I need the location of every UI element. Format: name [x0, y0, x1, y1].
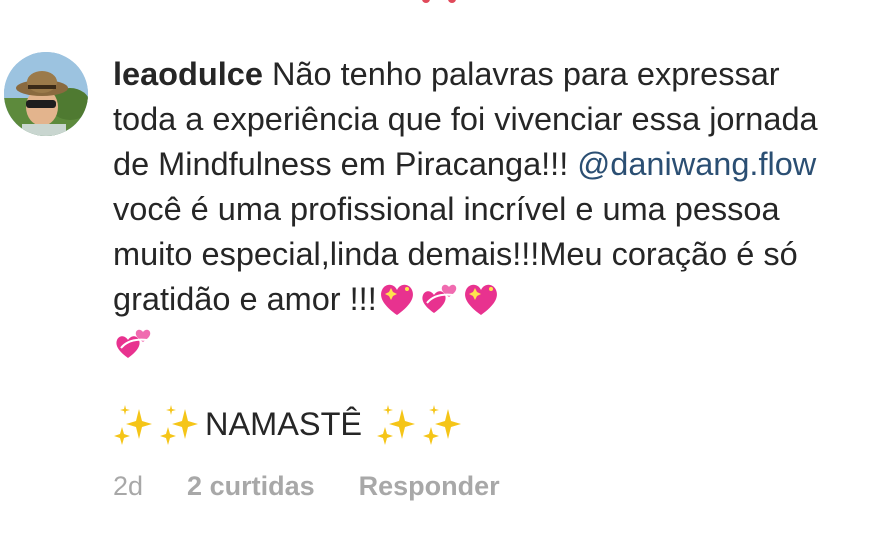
comment-timestamp: 2d: [113, 471, 144, 501]
namaste-text: NAMASTÊ: [205, 406, 363, 442]
sparkles-icon: [113, 403, 153, 445]
avatar[interactable]: [4, 52, 88, 136]
sparkling-heart-icon: [461, 279, 501, 319]
reply-button[interactable]: Responder: [359, 471, 500, 501]
sparkles-icon: [159, 403, 199, 445]
comment-body: leaodulce Não tenho palavras para expres…: [113, 52, 833, 367]
sparkling-heart-icon: [377, 279, 417, 319]
avatar-photo: [4, 52, 88, 136]
mention-link[interactable]: @daniwang.flow: [577, 146, 816, 182]
comment-screen: leaodulce Não tenho palavras para expres…: [0, 0, 877, 536]
sparkles-icon: [376, 403, 416, 445]
heart-indicator-icon: [418, 0, 462, 6]
namaste-line: NAMASTÊ: [113, 402, 468, 447]
likes-count-link[interactable]: 2 curtidas: [187, 471, 315, 501]
comment-username[interactable]: leaodulce: [113, 56, 263, 92]
sparkles-icon: [422, 403, 462, 445]
comment-meta: 2d 2 curtidas Responder: [113, 468, 500, 504]
revolving-hearts-icon: [419, 279, 459, 319]
revolving-hearts-icon: [113, 324, 153, 364]
